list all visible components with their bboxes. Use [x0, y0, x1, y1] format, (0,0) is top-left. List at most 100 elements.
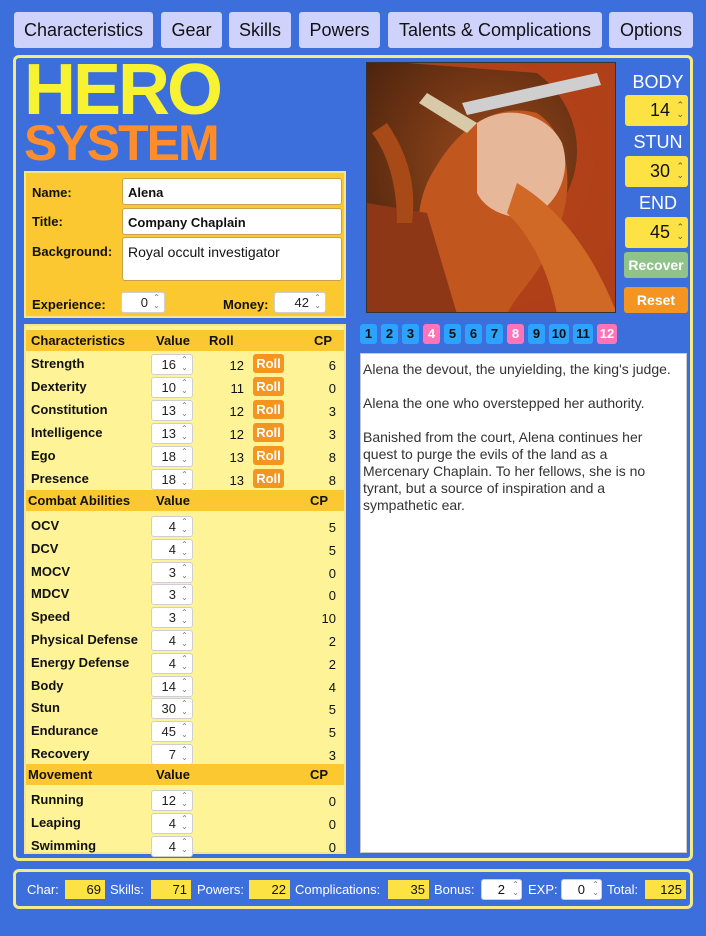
stepper-arrows-icon[interactable]: ⌃ ⌄: [179, 471, 190, 488]
value-stepper[interactable]: 3 ⌃ ⌄: [151, 607, 193, 629]
roll-button[interactable]: Roll: [253, 377, 284, 396]
value-stepper[interactable]: 13 ⌃ ⌄: [151, 423, 193, 444]
stepper-arrows-icon[interactable]: ⌃ ⌄: [676, 101, 684, 119]
stepper-arrows-icon[interactable]: ⌃ ⌄: [179, 723, 190, 740]
title-label: Title:: [32, 214, 63, 229]
value-stepper[interactable]: 18 ⌃ ⌄: [151, 469, 193, 490]
notes-textarea[interactable]: Alena the devout, the unyielding, the ki…: [360, 353, 687, 853]
value-stepper[interactable]: 18 ⌃ ⌄: [151, 446, 193, 467]
bonus-input[interactable]: 2 ⌃ ⌄: [481, 879, 522, 900]
value-stepper[interactable]: 4 ⌃ ⌄: [151, 538, 193, 560]
stepper-arrows-icon[interactable]: ⌃ ⌄: [312, 294, 323, 311]
stepper-arrows-icon[interactable]: ⌃ ⌄: [179, 700, 190, 717]
stat-cp: 3: [328, 427, 336, 442]
segment-8[interactable]: 8: [507, 324, 524, 344]
stat-row: DCV 4 ⌃ ⌄ 5: [26, 536, 344, 560]
value-stepper[interactable]: 7 ⌃ ⌄: [151, 744, 193, 765]
recover-button[interactable]: Recover: [624, 252, 688, 278]
stepper-arrows-icon[interactable]: ⌃ ⌄: [179, 563, 190, 581]
stepper-arrows-icon[interactable]: ⌃ ⌄: [179, 792, 190, 809]
stat-cp: 4: [328, 679, 336, 695]
roll-button[interactable]: Roll: [253, 354, 284, 373]
stepper-arrows-icon[interactable]: ⌃ ⌄: [512, 881, 519, 897]
experience-input[interactable]: 0 ⌃ ⌄: [121, 292, 165, 313]
value-stepper[interactable]: 10 ⌃ ⌄: [151, 377, 193, 398]
value-stepper[interactable]: 3 ⌃ ⌄: [151, 584, 193, 606]
value-stepper[interactable]: 4 ⌃ ⌄: [151, 516, 193, 537]
segment-6[interactable]: 6: [465, 324, 482, 344]
stepper-arrows-icon[interactable]: ⌃ ⌄: [676, 162, 684, 180]
exp-label: EXP:: [528, 882, 558, 897]
stepper-arrows-icon[interactable]: ⌃ ⌄: [179, 425, 190, 442]
stat-cp: 0: [328, 565, 336, 581]
stepper-arrows-icon[interactable]: ⌃ ⌄: [179, 448, 190, 465]
stepper-arrows-icon[interactable]: ⌃ ⌄: [179, 654, 190, 672]
segment-5[interactable]: 5: [444, 324, 461, 344]
exp-input[interactable]: 0 ⌃ ⌄: [561, 879, 602, 900]
stepper-arrows-icon[interactable]: ⌃ ⌄: [151, 294, 162, 311]
stepper-arrows-icon[interactable]: ⌃ ⌄: [179, 677, 190, 695]
body-input[interactable]: 14 ⌃ ⌄: [625, 95, 688, 126]
value-stepper[interactable]: 12 ⌃ ⌄: [151, 790, 193, 811]
value-stepper[interactable]: 45 ⌃ ⌄: [151, 721, 193, 743]
stepper-arrows-icon[interactable]: ⌃ ⌄: [179, 356, 190, 373]
tab-talents-complications[interactable]: Talents & Complications: [388, 12, 602, 48]
stat-name: Strength: [31, 356, 85, 371]
value-stepper[interactable]: 16 ⌃ ⌄: [151, 354, 193, 375]
segment-7[interactable]: 7: [486, 324, 503, 344]
value-stepper[interactable]: 14 ⌃ ⌄: [151, 675, 193, 697]
stepper-arrows-icon[interactable]: ⌃ ⌄: [676, 223, 684, 241]
stat-cp: 8: [328, 450, 336, 465]
points-summary: Char: 69 Skills: 71 Powers: 22 Complicat…: [13, 869, 693, 909]
segment-4[interactable]: 4: [423, 324, 440, 344]
tab-options[interactable]: Options: [609, 12, 693, 48]
money-input[interactable]: 42 ⌃ ⌄: [274, 292, 326, 313]
roll-button[interactable]: Roll: [253, 423, 284, 442]
stepper-arrows-icon[interactable]: ⌃ ⌄: [179, 518, 190, 535]
tab-characteristics[interactable]: Characteristics: [14, 12, 153, 48]
tab-gear[interactable]: Gear: [161, 12, 222, 48]
value-stepper[interactable]: 4 ⌃ ⌄: [151, 836, 193, 857]
value-stepper[interactable]: 13 ⌃ ⌄: [151, 400, 193, 421]
stepper-arrows-icon[interactable]: ⌃ ⌄: [179, 540, 190, 558]
end-input[interactable]: 45 ⌃ ⌄: [625, 217, 688, 248]
value-stepper[interactable]: 3 ⌃ ⌄: [151, 561, 193, 583]
segment-1[interactable]: 1: [360, 324, 377, 344]
tab-powers[interactable]: Powers: [299, 12, 380, 48]
value-stepper[interactable]: 4 ⌃ ⌄: [151, 813, 193, 834]
reset-button[interactable]: Reset: [624, 287, 688, 313]
value-stepper[interactable]: 30 ⌃ ⌄: [151, 698, 193, 720]
stat-name: Endurance: [31, 723, 99, 739]
segment-9[interactable]: 9: [528, 324, 545, 344]
segment-10[interactable]: 10: [549, 324, 569, 344]
name-field[interactable]: Alena: [122, 178, 342, 205]
stat-cp: 6: [328, 358, 336, 373]
background-field[interactable]: Royal occult investigator: [122, 237, 342, 281]
segment-12[interactable]: 12: [597, 324, 617, 344]
stepper-arrows-icon[interactable]: ⌃ ⌄: [179, 632, 190, 649]
stepper-arrows-icon[interactable]: ⌃ ⌄: [179, 379, 190, 396]
movement-header: Movement Value CP: [26, 764, 344, 785]
stat-row: Endurance 45 ⌃ ⌄ 5: [26, 718, 344, 743]
stepper-arrows-icon[interactable]: ⌃ ⌄: [179, 586, 190, 603]
stepper-arrows-icon[interactable]: ⌃ ⌄: [179, 838, 190, 855]
tab-skills[interactable]: Skills: [229, 12, 291, 48]
segment-2[interactable]: 2: [381, 324, 398, 344]
stepper-arrows-icon[interactable]: ⌃ ⌄: [179, 815, 190, 832]
stat-row: Stun 30 ⌃ ⌄ 5: [26, 695, 344, 720]
stepper-arrows-icon[interactable]: ⌃ ⌄: [179, 746, 190, 763]
stun-input[interactable]: 30 ⌃ ⌄: [625, 156, 688, 187]
roll-button[interactable]: Roll: [253, 469, 284, 488]
stat-cp: 2: [328, 656, 336, 672]
name-label: Name:: [32, 185, 72, 200]
segment-3[interactable]: 3: [402, 324, 419, 344]
roll-button[interactable]: Roll: [253, 400, 284, 419]
segment-11[interactable]: 11: [573, 324, 593, 344]
stepper-arrows-icon[interactable]: ⌃ ⌄: [179, 609, 190, 626]
title-field[interactable]: Company Chaplain: [122, 208, 342, 235]
value-stepper[interactable]: 4 ⌃ ⌄: [151, 630, 193, 651]
stepper-arrows-icon[interactable]: ⌃ ⌄: [179, 402, 190, 419]
value-stepper[interactable]: 4 ⌃ ⌄: [151, 652, 193, 674]
roll-button[interactable]: Roll: [253, 446, 284, 465]
stepper-arrows-icon[interactable]: ⌃ ⌄: [592, 881, 599, 897]
